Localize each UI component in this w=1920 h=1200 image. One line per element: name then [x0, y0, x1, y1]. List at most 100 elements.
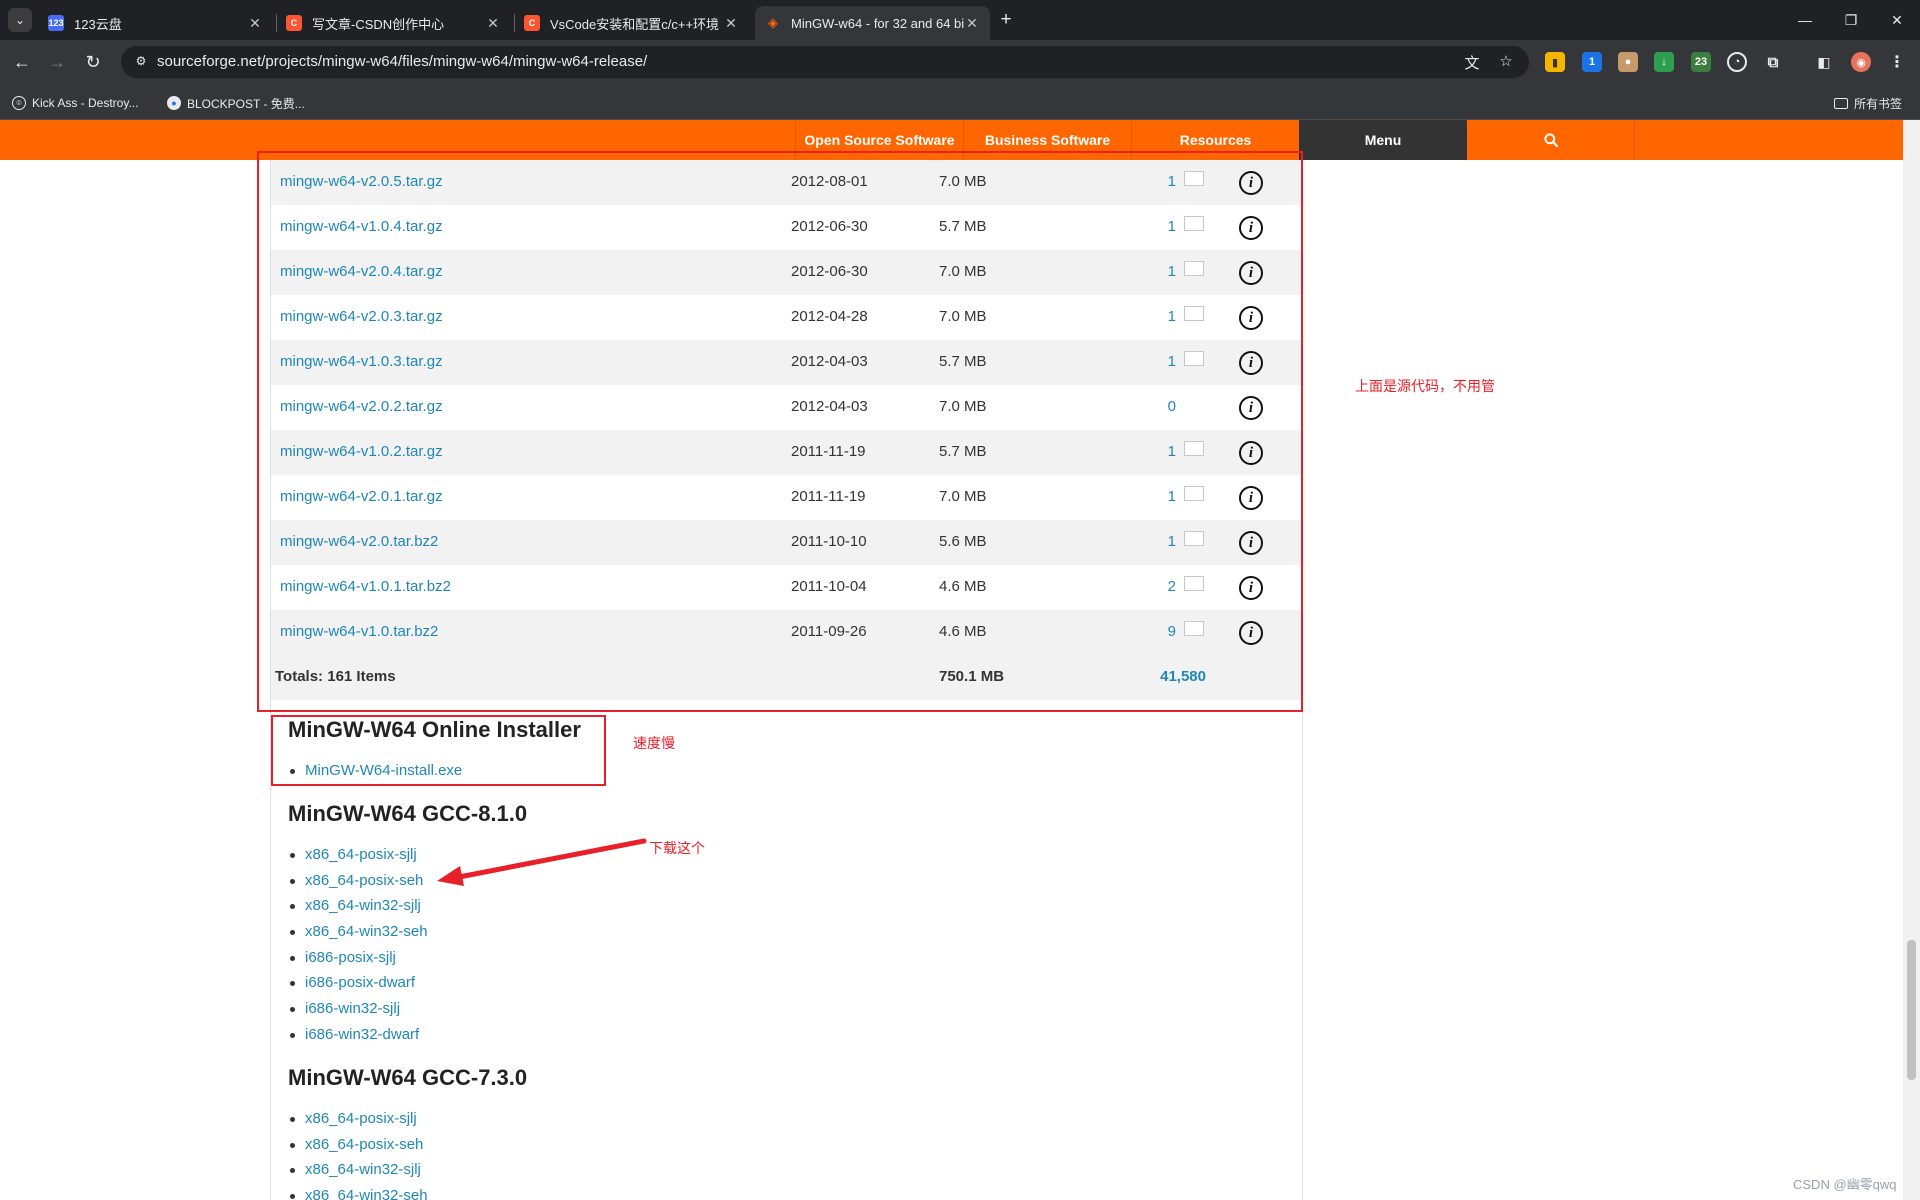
download-stats-checkbox[interactable]: [1184, 531, 1204, 546]
tab-search-button[interactable]: ⌄: [8, 8, 32, 32]
info-icon[interactable]: i: [1239, 576, 1263, 600]
bookmark-kickass[interactable]: ⌾ Kick Ass - Destroy...: [12, 93, 138, 113]
download-stats-checkbox[interactable]: [1184, 351, 1204, 366]
close-icon[interactable]: ✕: [485, 15, 501, 32]
page-scrollbar[interactable]: [1903, 120, 1920, 1200]
nav-search-button[interactable]: [1467, 120, 1635, 160]
download-stats-checkbox[interactable]: [1184, 576, 1204, 591]
file-downloads[interactable]: 1: [1168, 173, 1176, 190]
reload-button[interactable]: ↻: [80, 49, 106, 75]
info-icon[interactable]: i: [1239, 621, 1263, 645]
tab-vscode-article[interactable]: C VsCode安装和配置c/c++环境 ✕: [514, 6, 749, 40]
info-icon[interactable]: i: [1239, 441, 1263, 465]
file-downloads[interactable]: 1: [1168, 488, 1176, 505]
extension-password-icon[interactable]: 1: [1582, 52, 1602, 72]
file-downloads[interactable]: 1: [1168, 353, 1176, 370]
download-stats-checkbox[interactable]: [1184, 216, 1204, 231]
close-window-button[interactable]: ✕: [1874, 0, 1920, 40]
download-link[interactable]: i686-posix-dwarf: [288, 970, 428, 996]
file-name-link[interactable]: mingw-w64-v2.0.3.tar.gz: [280, 308, 443, 325]
info-icon[interactable]: i: [1239, 171, 1263, 195]
extension-notes-icon[interactable]: ▮: [1545, 52, 1565, 72]
download-stats-checkbox[interactable]: [1184, 621, 1204, 636]
close-icon[interactable]: ✕: [247, 15, 263, 32]
back-button[interactable]: ←: [9, 49, 35, 75]
info-icon[interactable]: i: [1239, 261, 1263, 285]
download-stats-checkbox[interactable]: [1184, 486, 1204, 501]
download-link[interactable]: x86_64-posix-seh: [288, 868, 428, 894]
extension-gauge-icon[interactable]: ◔: [1727, 52, 1747, 72]
download-link[interactable]: i686-posix-sjlj: [288, 945, 428, 971]
info-icon[interactable]: i: [1239, 486, 1263, 510]
file-downloads[interactable]: 0: [1168, 398, 1176, 415]
file-downloads[interactable]: 1: [1168, 443, 1176, 460]
file-name-link[interactable]: mingw-w64-v2.0.4.tar.gz: [280, 263, 443, 280]
download-link[interactable]: i686-win32-dwarf: [288, 1022, 428, 1048]
download-link[interactable]: x86_64-posix-sjlj: [288, 1106, 428, 1132]
nav-menu-button[interactable]: Menu: [1299, 120, 1467, 160]
translate-icon[interactable]: 文: [1462, 52, 1482, 72]
star-icon[interactable]: ☆: [1496, 52, 1516, 72]
download-stats-checkbox[interactable]: [1184, 261, 1204, 276]
new-tab-button[interactable]: +: [993, 9, 1019, 33]
file-name-link[interactable]: mingw-w64-v1.0.3.tar.gz: [280, 353, 443, 370]
totals-downloads[interactable]: 41,580: [1160, 668, 1206, 685]
download-link[interactable]: x86_64-posix-seh: [288, 1132, 428, 1158]
more-menu-icon[interactable]: ⋮: [1887, 52, 1907, 72]
nav-business-software[interactable]: Business Software: [963, 120, 1131, 160]
close-icon[interactable]: ✕: [964, 15, 980, 32]
address-bar[interactable]: ⚙ sourceforge.net/projects/mingw-w64/fil…: [121, 46, 1529, 78]
extensions-puzzle-icon[interactable]: ⧉: [1763, 52, 1783, 72]
download-stats-checkbox[interactable]: [1184, 171, 1204, 186]
url-text[interactable]: sourceforge.net/projects/mingw-w64/files…: [157, 53, 647, 70]
download-stats-checkbox[interactable]: [1184, 306, 1204, 321]
close-icon[interactable]: ✕: [723, 15, 739, 32]
file-downloads[interactable]: 9: [1168, 623, 1176, 640]
profile-avatar[interactable]: ◉: [1851, 52, 1871, 72]
scrollbar-thumb[interactable]: [1907, 940, 1916, 1080]
download-link[interactable]: i686-win32-sjlj: [288, 996, 428, 1022]
extension-download-icon[interactable]: ↓: [1654, 52, 1674, 72]
file-name-link[interactable]: mingw-w64-v2.0.2.tar.gz: [280, 398, 443, 415]
site-info-icon[interactable]: ⚙: [133, 54, 149, 70]
file-downloads[interactable]: 1: [1168, 263, 1176, 280]
extension-counter-icon[interactable]: 23: [1691, 52, 1711, 72]
file-downloads[interactable]: 1: [1168, 308, 1176, 325]
url-host: sourceforge.net: [157, 53, 262, 70]
file-downloads[interactable]: 1: [1168, 218, 1176, 235]
file-name-link[interactable]: mingw-w64-v2.0.1.tar.gz: [280, 488, 443, 505]
file-name-link[interactable]: mingw-w64-v1.0.1.tar.bz2: [280, 578, 451, 595]
info-icon[interactable]: i: [1239, 531, 1263, 555]
download-link[interactable]: x86_64-win32-seh: [288, 1183, 428, 1200]
file-downloads[interactable]: 1: [1168, 533, 1176, 550]
nav-resources[interactable]: Resources: [1131, 120, 1299, 160]
tab-mingw-sourceforge[interactable]: ◈ MinGW-w64 - for 32 and 64 bit ✕: [755, 6, 990, 40]
bookmark-blockpost[interactable]: ● BLOCKPOST - 免费...: [167, 93, 305, 113]
info-icon[interactable]: i: [1239, 396, 1263, 420]
file-size: 7.0 MB: [939, 488, 987, 505]
info-icon[interactable]: i: [1239, 216, 1263, 240]
file-name-link[interactable]: mingw-w64-v1.0.tar.bz2: [280, 623, 438, 640]
all-bookmarks-folder[interactable]: 所有书签: [1834, 93, 1902, 113]
download-stats-checkbox[interactable]: [1184, 441, 1204, 456]
file-name-link[interactable]: mingw-w64-v2.0.5.tar.gz: [280, 173, 443, 190]
tab-123pan[interactable]: 123 123云盘 ✕: [38, 6, 273, 40]
restore-button[interactable]: ❐: [1828, 0, 1874, 40]
tab-csdn-write[interactable]: C 写文章-CSDN创作中心 ✕: [276, 6, 511, 40]
download-link[interactable]: x86_64-win32-sjlj: [288, 893, 428, 919]
file-downloads[interactable]: 2: [1168, 578, 1176, 595]
side-panel-icon[interactable]: ◧: [1814, 52, 1834, 72]
minimize-button[interactable]: —: [1782, 0, 1828, 40]
info-icon[interactable]: i: [1239, 306, 1263, 330]
file-name-link[interactable]: mingw-w64-v2.0.tar.bz2: [280, 533, 438, 550]
download-link[interactable]: x86_64-posix-sjlj: [288, 842, 428, 868]
extension-monkey-icon[interactable]: ●: [1618, 52, 1638, 72]
info-icon[interactable]: i: [1239, 351, 1263, 375]
forward-button[interactable]: →: [44, 49, 70, 75]
file-name-link[interactable]: mingw-w64-v1.0.2.tar.gz: [280, 443, 443, 460]
file-name-link[interactable]: mingw-w64-v1.0.4.tar.gz: [280, 218, 443, 235]
nav-open-source-software[interactable]: Open Source Software: [795, 120, 963, 160]
installer-link[interactable]: MinGW-W64-install.exe: [288, 758, 462, 784]
download-link[interactable]: x86_64-win32-sjlj: [288, 1157, 428, 1183]
download-link[interactable]: x86_64-win32-seh: [288, 919, 428, 945]
